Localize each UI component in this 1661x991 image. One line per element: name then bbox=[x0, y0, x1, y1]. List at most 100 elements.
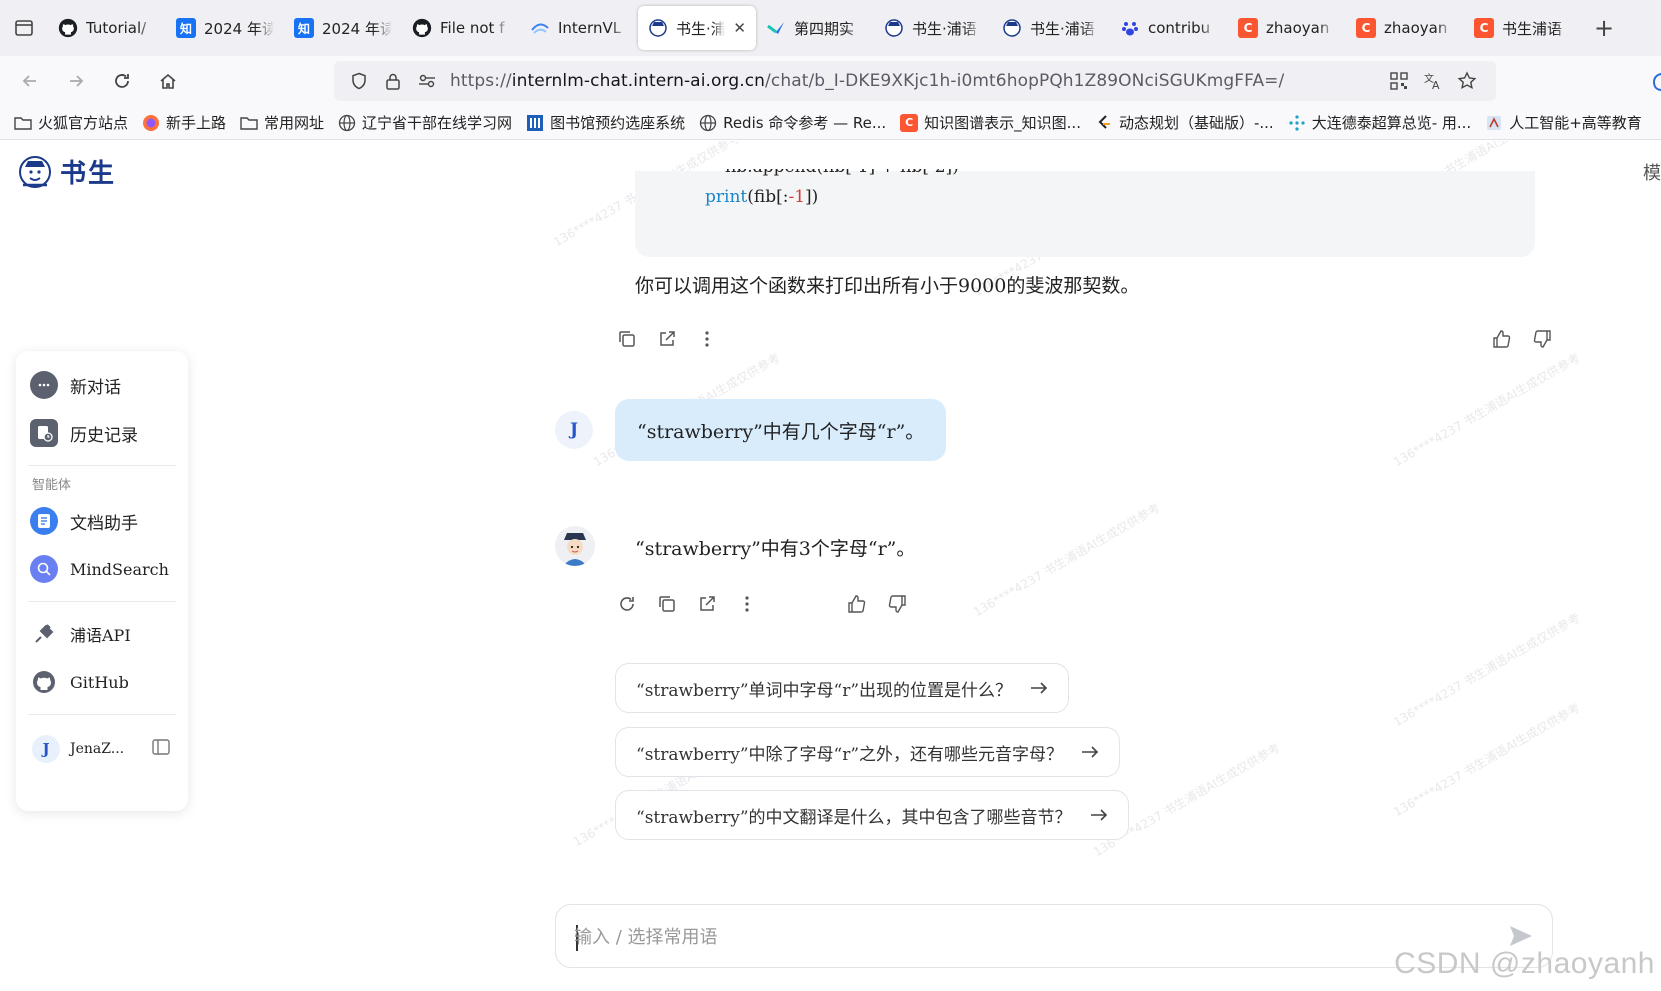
bookmark-star-icon[interactable] bbox=[1450, 61, 1484, 101]
tab-title: 书生·浦 bbox=[676, 19, 726, 38]
suggestion-chip[interactable]: “strawberry”的中文翻译是什么，其中包含了哪些音节？ bbox=[615, 790, 1129, 840]
browser-tab[interactable]: 知 2024 年读 bbox=[166, 6, 284, 50]
suggestion-chip[interactable]: “strawberry”单词中字母“r”出现的位置是什么？ bbox=[615, 663, 1070, 713]
folder-icon bbox=[14, 114, 32, 132]
logo-text: 书生 bbox=[60, 159, 117, 189]
library-icon bbox=[526, 114, 544, 132]
shusheng-icon bbox=[648, 18, 668, 38]
browser-tab[interactable]: contribu bbox=[1110, 6, 1228, 50]
sidebar-item-history[interactable]: 历史记录 bbox=[28, 409, 176, 457]
tab-title: 第四期实 bbox=[794, 19, 855, 38]
browser-tab[interactable]: 书生·浦语 bbox=[992, 6, 1110, 50]
browser-tab[interactable]: Czhaoyan bbox=[1346, 6, 1464, 50]
qr-code-icon[interactable] bbox=[1382, 61, 1416, 101]
previous-answer-text: 你可以调用这个函数来打印出所有小于9000的斐波那契数。 bbox=[635, 275, 1140, 297]
shield-icon[interactable] bbox=[342, 61, 376, 101]
bookmark-item[interactable]: 图书馆预约选座系统 bbox=[526, 112, 685, 133]
translate-icon[interactable]: 文A bbox=[1416, 61, 1450, 101]
chat-input[interactable] bbox=[574, 919, 1454, 955]
browser-tab[interactable]: 第四期实 bbox=[756, 6, 874, 50]
code-block: fib.append(fib[-1] + fib[-2]) print(fib[… bbox=[635, 169, 1535, 257]
sidebar-divider bbox=[28, 714, 176, 715]
share-icon[interactable] bbox=[647, 321, 687, 357]
bookmark-item[interactable]: 人工智能+高等教育 bbox=[1485, 112, 1642, 133]
thumbs-down-icon[interactable] bbox=[877, 586, 917, 622]
copy-icon[interactable] bbox=[647, 586, 687, 622]
bookmark-item[interactable]: 动态规划（基础版）-... bbox=[1095, 112, 1274, 133]
sidebar-item-api[interactable]: 浦语API bbox=[28, 610, 176, 658]
arrow-right-icon bbox=[1090, 809, 1107, 821]
lock-icon[interactable] bbox=[376, 61, 410, 101]
browser-tab[interactable]: 书生·浦 ✕ bbox=[638, 6, 756, 50]
globe-icon bbox=[699, 114, 717, 132]
copy-icon[interactable] bbox=[607, 321, 647, 357]
csdn-icon: C bbox=[1474, 18, 1494, 38]
csdn-icon: C bbox=[1238, 18, 1258, 38]
bookmark-label: 人工智能+高等教育 bbox=[1509, 114, 1642, 132]
user-profile[interactable]: J JenaZ... bbox=[28, 723, 176, 775]
browser-tab[interactable]: File not f bbox=[402, 6, 520, 50]
forward-button[interactable] bbox=[54, 61, 98, 101]
bookmark-item[interactable]: 辽宁省干部在线学习网 bbox=[338, 112, 512, 133]
extension-icon[interactable] bbox=[1650, 70, 1661, 96]
bookmark-label: 新手上路 bbox=[166, 114, 227, 132]
globe-icon bbox=[338, 114, 356, 132]
browser-tab[interactable]: 书生·浦语 bbox=[874, 6, 992, 50]
model-selector-label[interactable]: 模 bbox=[1643, 159, 1661, 185]
bookmark-item[interactable]: Redis 命令参考 — Re... bbox=[699, 112, 886, 133]
code-line-print: print(fib[:-1]) bbox=[705, 187, 819, 207]
browser-tab[interactable]: 知 2024 年读 bbox=[284, 6, 402, 50]
app-logo[interactable]: 书生 bbox=[18, 153, 116, 190]
url-bar[interactable]: https://internlm-chat.intern-ai.org.cn/c… bbox=[334, 61, 1496, 101]
tab-list-icon[interactable] bbox=[0, 0, 48, 56]
thumbs-up-icon[interactable] bbox=[1482, 321, 1522, 357]
bookmark-item[interactable]: C 知识图谱表示_知识图... bbox=[900, 112, 1081, 133]
tab-title: 书生·浦语 bbox=[1030, 19, 1095, 38]
sidebar-item-github[interactable]: GitHub bbox=[28, 658, 176, 706]
new-tab-button[interactable]: + bbox=[1582, 6, 1626, 50]
sidebar-item-label: 历史记录 bbox=[70, 425, 138, 446]
suggestion-text: “strawberry”的中文翻译是什么，其中包含了哪些音节？ bbox=[636, 807, 1072, 828]
sidebar-collapse-icon[interactable] bbox=[152, 738, 170, 760]
baidu-icon bbox=[1120, 18, 1140, 38]
url-text[interactable]: https://internlm-chat.intern-ai.org.cn/c… bbox=[450, 71, 1284, 91]
share-icon[interactable] bbox=[687, 586, 727, 622]
browser-tab[interactable]: InternVL bbox=[520, 6, 638, 50]
bookmark-item[interactable]: 新手上路 bbox=[142, 112, 226, 133]
sidebar-item-doc-assistant[interactable]: 文档助手 bbox=[28, 497, 176, 545]
bookmark-label: 常用网址 bbox=[264, 114, 325, 132]
sidebar-item-label: GitHub bbox=[70, 672, 129, 692]
browser-tab[interactable]: Tutorial/ bbox=[48, 6, 166, 50]
browser-tab[interactable]: C 书生浦语 bbox=[1464, 6, 1582, 50]
suggestion-chip[interactable]: “strawberry”中除了字母“r”之外，还有哪些元音字母？ bbox=[615, 727, 1121, 777]
bookmark-label: 动态规划（基础版）-... bbox=[1118, 114, 1274, 132]
sidebar-item-label: 文档助手 bbox=[70, 513, 138, 534]
bookmark-item[interactable]: 火狐官方站点 bbox=[14, 112, 128, 133]
chat-page: 136****4237 书生浦语AI生成仅供参考 136****4237 书生浦… bbox=[0, 141, 1661, 991]
more-icon[interactable] bbox=[727, 586, 767, 622]
bot-avatar bbox=[555, 526, 595, 566]
back-button[interactable] bbox=[8, 61, 52, 101]
browser-tab[interactable]: Czhaoyan bbox=[1228, 6, 1346, 50]
regenerate-icon[interactable] bbox=[607, 586, 647, 622]
home-button[interactable] bbox=[146, 61, 190, 101]
close-tab-icon[interactable]: ✕ bbox=[733, 19, 746, 37]
user-avatar: J bbox=[32, 735, 60, 763]
browser-nav-bar: https://internlm-chat.intern-ai.org.cn/c… bbox=[0, 56, 1661, 106]
sidebar-divider bbox=[28, 601, 176, 602]
thumbs-down-icon[interactable] bbox=[1522, 321, 1562, 357]
reload-button[interactable] bbox=[100, 61, 144, 101]
sidebar-item-new-chat[interactable]: 新对话 bbox=[28, 361, 176, 409]
more-icon[interactable] bbox=[687, 321, 727, 357]
bookmark-item[interactable]: 常用网址 bbox=[240, 112, 324, 133]
tab-title: zhaoyan bbox=[1384, 19, 1448, 37]
plug-icon bbox=[30, 620, 58, 648]
thumbs-up-icon[interactable] bbox=[837, 586, 877, 622]
zhihu-icon: 知 bbox=[294, 18, 314, 38]
permissions-icon[interactable] bbox=[410, 61, 444, 101]
scholar-avatar-icon bbox=[555, 526, 595, 566]
bookmark-item[interactable]: 大连德泰超算总览- 用... bbox=[1288, 112, 1471, 133]
mindsearch-icon bbox=[30, 555, 58, 583]
sidebar-item-mindsearch[interactable]: MindSearch bbox=[28, 545, 176, 593]
bot-message-text: “strawberry”中有3个字母“r”。 bbox=[635, 538, 916, 560]
